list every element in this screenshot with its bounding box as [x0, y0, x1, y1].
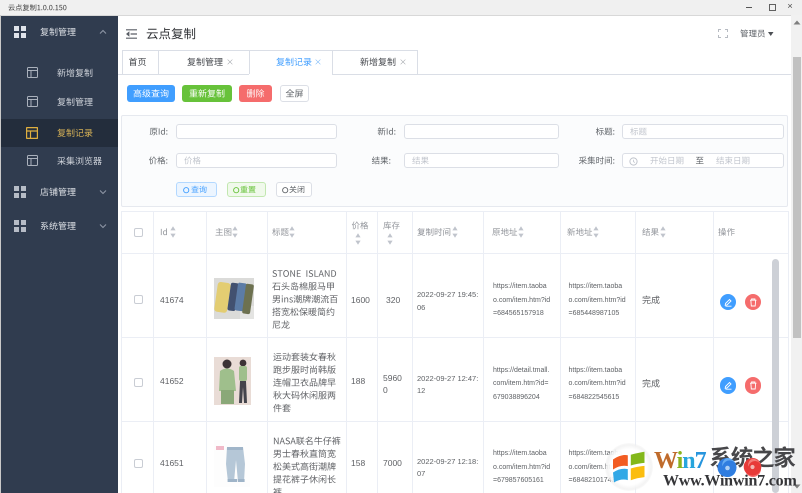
svg-text:Win7: Win7 — [654, 448, 707, 474]
